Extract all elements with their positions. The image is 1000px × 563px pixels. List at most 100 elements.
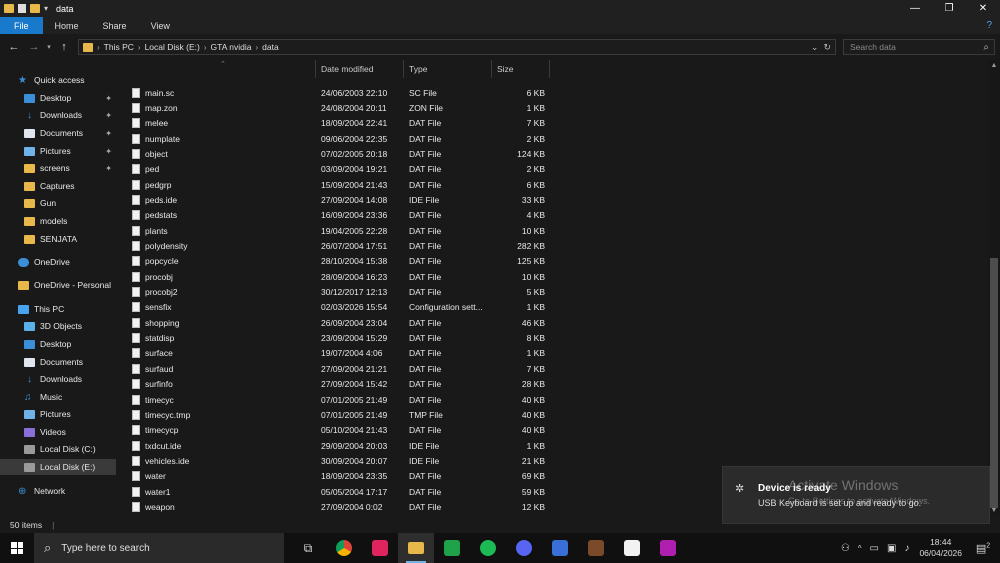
table-row[interactable]: water 18/09/2004 23:35 DAT File 69 KB [116,469,556,484]
column-header-date[interactable]: Date modified [316,60,404,78]
sidebar-item-screens[interactable]: screens ✦ [0,160,116,176]
task-view-button[interactable]: ⧉ [290,533,326,563]
sidebar-item-pictures[interactable]: Pictures ✦ [0,143,116,159]
sidebar-item-downloads[interactable]: ↓ Downloads [0,371,116,387]
table-row[interactable]: plants 19/04/2005 22:28 DAT File 10 KB [116,223,556,238]
sidebar-item-quick-access[interactable]: ★ Quick access [0,72,116,88]
device-ready-notification[interactable]: ✲ Device is ready USB Keyboard is set up… [722,466,990,524]
breadcrumb-this-pc[interactable]: This PC [104,42,134,52]
sidebar-item-music[interactable]: ♫ Music [0,389,116,405]
sidebar-item-onedrive[interactable]: OneDrive [0,254,116,270]
tab-file[interactable]: File [0,17,43,34]
sidebar-item-local-disk-e[interactable]: Local Disk (E:) [0,459,116,475]
table-row[interactable]: timecyc 07/01/2005 21:49 DAT File 40 KB [116,392,556,407]
table-row[interactable]: procobj2 30/12/2017 12:13 DAT File 5 KB [116,285,556,300]
scrollbar-thumb[interactable] [990,258,998,508]
start-button[interactable] [0,533,34,563]
table-row[interactable]: pedgrp 15/09/2004 21:43 DAT File 6 KB [116,177,556,192]
vertical-scrollbar[interactable]: ▲ ▼ [988,60,1000,516]
sidebar-item-documents[interactable]: Documents ✦ [0,125,116,141]
taskbar-app-green[interactable] [434,533,470,563]
taskbar-capcut[interactable] [614,533,650,563]
table-row[interactable]: pedstats 16/09/2004 23:36 DAT File 4 KB [116,208,556,223]
sidebar-item-gun[interactable]: Gun [0,195,116,211]
breadcrumb-local-disk-e[interactable]: Local Disk (E:) [145,42,200,52]
sidebar-item-network[interactable]: ⊕ Network [0,483,116,499]
sidebar-item-onedrive-personal[interactable]: OneDrive - Personal [0,277,116,293]
table-row[interactable]: map.zon 24/08/2004 20:11 ZON File 1 KB [116,100,556,115]
new-folder-icon[interactable] [30,4,40,13]
navigation-pane[interactable]: ★ Quick access Desktop ✦ ↓ Downloads ✦ Document… [0,60,116,516]
column-header-name[interactable]: ⌃ [130,60,316,78]
maximize-button[interactable]: ❐ [932,0,966,17]
action-center-button[interactable]: ▤2 [972,542,994,555]
minimize-button[interactable]: — [898,0,932,17]
taskbar-chrome[interactable] [326,533,362,563]
sidebar-item-models[interactable]: models [0,213,116,229]
column-header-size[interactable]: Size [492,60,550,78]
taskbar-game[interactable] [578,533,614,563]
sidebar-item-pictures[interactable]: Pictures [0,406,116,422]
recent-locations-icon[interactable]: ▾ [44,43,54,51]
sidebar-item-local-disk-c[interactable]: Local Disk (C:) [0,441,116,457]
chevron-up-icon[interactable]: ^ [858,544,862,553]
taskbar-spotify[interactable] [470,533,506,563]
table-row[interactable]: water1 05/05/2004 17:17 DAT File 59 KB [116,484,556,499]
table-row[interactable]: surfinfo 27/09/2004 15:42 DAT File 28 KB [116,377,556,392]
battery-icon[interactable]: ▭ [870,543,879,554]
table-row[interactable]: sensfix 02/03/2026 15:54 Configuration set… [116,300,556,315]
sidebar-item-desktop[interactable]: Desktop [0,336,116,352]
up-arrow-icon[interactable]: ↑ [54,41,74,53]
scroll-up-arrow-icon[interactable]: ▲ [988,62,1000,69]
sidebar-item-downloads[interactable]: ↓ Downloads ✦ [0,107,116,123]
table-row[interactable]: weapon 27/09/2004 0:02 DAT File 12 KB [116,499,556,514]
tab-home[interactable]: Home [43,17,91,34]
sidebar-item-documents[interactable]: Documents [0,354,116,370]
sidebar-item-3d-objects[interactable]: 3D Objects [0,318,116,334]
table-row[interactable]: procobj 28/09/2004 16:23 DAT File 10 KB [116,269,556,284]
breadcrumb-gta-nvidia[interactable]: GTA nvidia [211,42,252,52]
clock[interactable]: 18:44 06/04/2026 [919,537,962,559]
table-row[interactable]: surfaud 27/09/2004 21:21 DAT File 7 KB [116,361,556,376]
file-list[interactable]: ⌃ Date modified Type Size main.sc 24/06/2… [116,60,988,516]
taskbar-app-purple[interactable] [650,533,686,563]
taskbar-roblox[interactable] [542,533,578,563]
table-row[interactable]: ped 03/09/2004 19:21 DAT File 2 KB [116,162,556,177]
column-header-type[interactable]: Type [404,60,492,78]
volume-icon[interactable]: ♪ [904,543,909,554]
taskbar-file-explorer[interactable] [398,533,434,563]
table-row[interactable]: object 07/02/2005 20:18 DAT File 124 KB [116,146,556,161]
table-row[interactable]: statdisp 23/09/2004 15:29 DAT File 8 KB [116,331,556,346]
table-row[interactable]: txdcut.ide 29/09/2004 20:03 IDE File 1 KB [116,438,556,453]
taskbar-tiktok[interactable] [362,533,398,563]
table-row[interactable]: vehicles.ide 30/09/2004 20:07 IDE File 21 K… [116,453,556,468]
table-row[interactable]: surface 19/07/2004 4:06 DAT File 1 KB [116,346,556,361]
sidebar-item-captures[interactable]: Captures [0,178,116,194]
tab-view[interactable]: View [139,17,182,34]
sidebar-item-desktop[interactable]: Desktop ✦ [0,90,116,106]
people-icon[interactable]: ⚇ [841,543,850,554]
search-input[interactable]: Search data ⌕ [843,39,995,55]
tab-share[interactable]: Share [91,17,139,34]
taskbar-discord[interactable] [506,533,542,563]
table-row[interactable]: timecyc.tmp 07/01/2005 21:49 TMP File 40 KB [116,407,556,422]
back-arrow-icon[interactable]: ← [4,41,24,53]
table-row[interactable]: popcycle 28/10/2004 15:38 DAT File 125 KB [116,254,556,269]
address-bar[interactable]: › This PC › Local Disk (E:) › GTA nvidia… [78,39,836,55]
table-row[interactable]: peds.ide 27/09/2004 14:08 IDE File 33 KB [116,192,556,207]
breadcrumb-data[interactable]: data [262,42,279,52]
customize-toolbar-icon[interactable]: ▾ [44,4,48,13]
table-row[interactable]: melee 18/09/2004 22:41 DAT File 7 KB [116,116,556,131]
sidebar-item-videos[interactable]: Videos [0,424,116,440]
table-row[interactable]: timecycp 05/10/2004 21:43 DAT File 40 KB [116,423,556,438]
table-row[interactable]: main.sc 24/06/2003 22:10 SC File 6 KB [116,85,556,100]
table-row[interactable]: numplate 09/06/2004 22:35 DAT File 2 KB [116,131,556,146]
table-row[interactable]: polydensity 26/07/2004 17:51 DAT File 282 K… [116,239,556,254]
table-row[interactable]: shopping 26/09/2004 23:04 DAT File 46 KB [116,315,556,330]
network-tray-icon[interactable]: ▣ [887,543,896,554]
taskbar-search[interactable]: ⌕ Type here to search [34,533,284,563]
address-controls[interactable]: ⌄ ↻ [811,42,831,53]
close-button[interactable]: ✕ [966,0,1000,17]
sidebar-item-senjata[interactable]: SENJATA [0,231,116,247]
properties-icon[interactable] [18,4,26,13]
